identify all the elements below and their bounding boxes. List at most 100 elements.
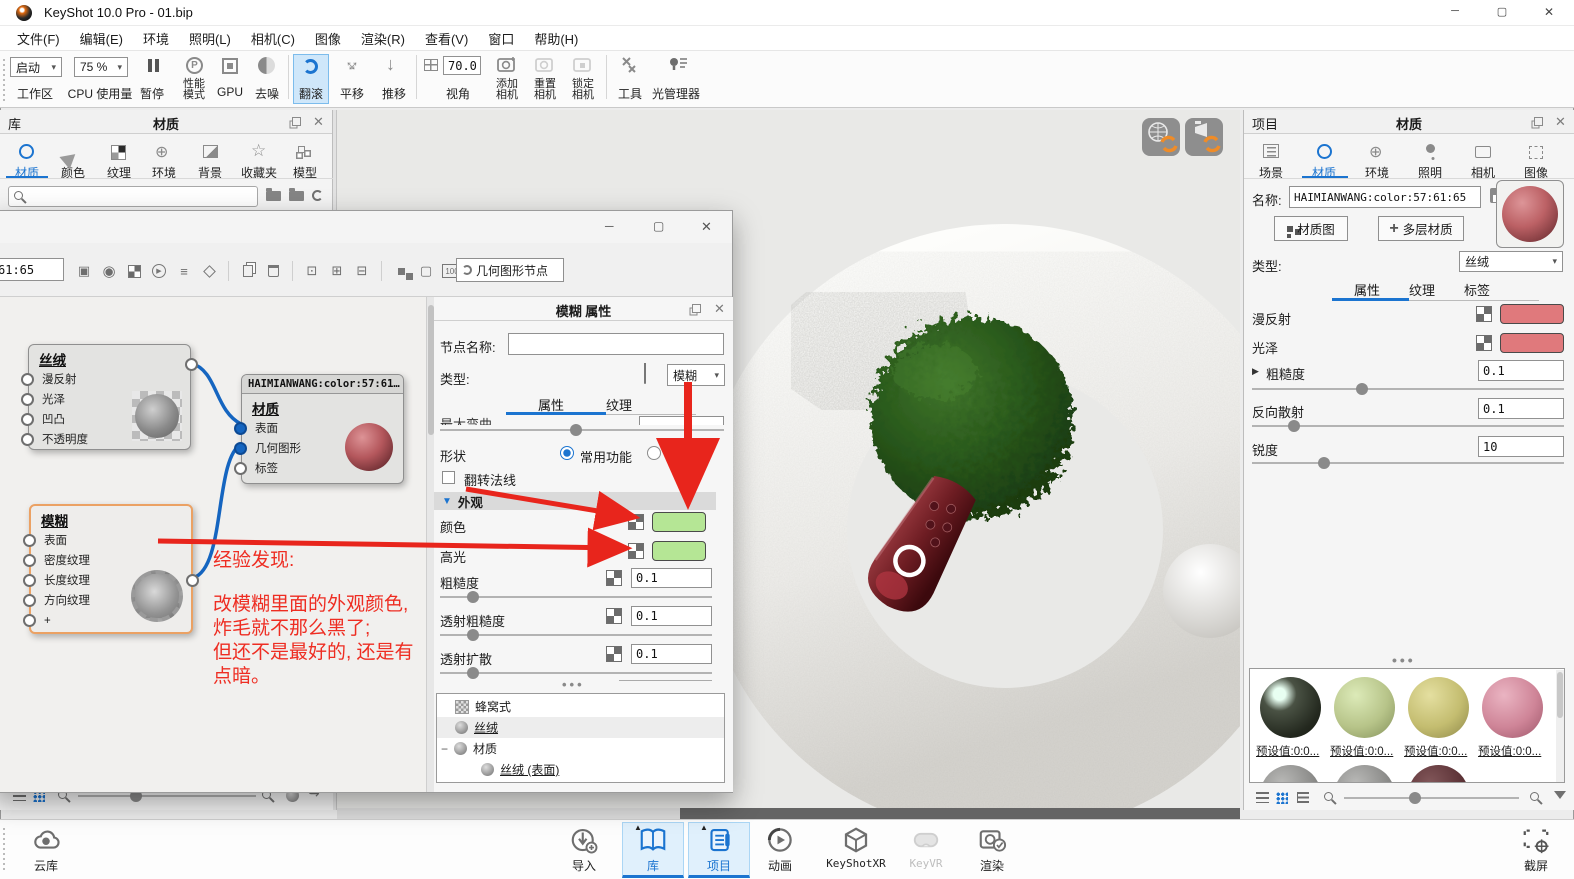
menu-view[interactable]: 查看(V) — [416, 29, 477, 48]
cpu-usage-dropdown[interactable]: 75 %▾ — [74, 57, 128, 77]
shape-radio-common[interactable] — [560, 446, 574, 460]
performance-mode-icon[interactable]: P — [186, 57, 203, 74]
menu-camera[interactable]: 相机(C) — [242, 29, 304, 48]
search-input[interactable] — [29, 188, 249, 202]
menu-window[interactable]: 窗口 — [479, 29, 523, 48]
graph-window-titlebar[interactable]: ─ ▢ ✕ — [0, 211, 732, 243]
input-port[interactable] — [23, 594, 36, 607]
grid-view-icon[interactable] — [1276, 792, 1288, 804]
tree-view-icon[interactable] — [1297, 792, 1309, 803]
dock-keyshotxr[interactable]: KeyShotXR — [818, 826, 894, 870]
dock-import[interactable]: 导入 — [556, 826, 612, 874]
pan-icon[interactable]: ↔↔ — [342, 56, 362, 76]
fov-input[interactable] — [443, 56, 481, 75]
material-name-input[interactable] — [1289, 186, 1481, 208]
dock-render[interactable]: 渲染 — [964, 826, 1020, 874]
node-type-dropdown[interactable]: 模糊▾ — [667, 364, 725, 386]
thumbnail-size-slider[interactable] — [78, 795, 256, 797]
material-ball-icon[interactable]: ◉ — [100, 262, 118, 280]
multi-material-button[interactable]: + 多层材质 — [1378, 216, 1464, 241]
specular-texture-button[interactable] — [628, 543, 644, 559]
menu-render[interactable]: 渲染(R) — [352, 29, 414, 48]
splitter-dots[interactable]: ••• — [562, 677, 585, 692]
input-port[interactable] — [21, 393, 34, 406]
preset-sphere[interactable] — [1334, 677, 1395, 738]
tree-item-velvet-surface[interactable]: 丝绒 (表面) — [437, 759, 724, 780]
minimize-button[interactable]: ─ — [1440, 5, 1470, 17]
roughness-slider[interactable] — [1252, 388, 1564, 390]
tree-item-velvet[interactable]: 丝绒 — [437, 717, 724, 738]
zoom-out-icon[interactable] — [1324, 792, 1333, 801]
diffuse-texture-button[interactable] — [1476, 306, 1492, 322]
material-graph-button[interactable]: 材质图 — [1274, 216, 1348, 241]
preset-label[interactable]: 预设值:0:0... — [1404, 743, 1467, 759]
texture-checker-icon[interactable] — [125, 262, 143, 280]
close-panel-icon[interactable]: ✕ — [714, 301, 725, 317]
trans-roughness-slider[interactable] — [440, 634, 712, 636]
graph-scrollbar[interactable] — [426, 297, 434, 792]
denoise-icon[interactable] — [258, 57, 275, 74]
preset-sphere[interactable] — [1408, 765, 1469, 783]
preset-sphere[interactable] — [1260, 677, 1321, 738]
workspace-dropdown[interactable]: 启动▾ — [10, 57, 62, 77]
trans-spread-texture-button[interactable] — [606, 646, 622, 662]
tools-icon[interactable] — [620, 55, 640, 75]
preset-sphere[interactable] — [1260, 765, 1321, 783]
gloss-texture-button[interactable] — [1476, 335, 1492, 351]
sharpness-slider[interactable] — [1252, 462, 1564, 464]
sharpness-input[interactable] — [1478, 436, 1564, 457]
dock-project[interactable]: 项目 — [691, 826, 747, 874]
graph-material-name-input[interactable] — [0, 258, 64, 281]
label-tag-icon[interactable] — [200, 262, 218, 280]
tree-item-honeycomb[interactable]: 蜂窝式 — [437, 696, 724, 717]
color-texture-button[interactable] — [628, 514, 644, 530]
backscatter-slider[interactable] — [1252, 425, 1564, 427]
refresh-library-icon[interactable] — [312, 190, 323, 201]
presets-scrollbar[interactable] — [1556, 670, 1564, 782]
tree-item-material[interactable]: −材质 — [437, 738, 724, 759]
fuzz-specular-swatch[interactable] — [652, 541, 706, 561]
tab-textures[interactable]: 纹理 — [606, 395, 632, 414]
clipped-row-slider[interactable] — [440, 429, 724, 431]
preset-label[interactable]: 预设值:0:0... — [1330, 743, 1393, 759]
preset-sphere[interactable] — [1482, 677, 1543, 738]
fuzz-roughness-input[interactable] — [631, 568, 712, 588]
zoom-in-icon[interactable] — [1530, 792, 1539, 801]
preset-sphere[interactable] — [1334, 765, 1395, 783]
duplicate-node-icon[interactable] — [239, 262, 257, 280]
add-folder-icon[interactable] — [266, 191, 281, 201]
fuzz-roughness-slider[interactable] — [440, 596, 712, 598]
backscatter-input[interactable] — [1478, 398, 1564, 419]
material-preview[interactable] — [1496, 180, 1564, 248]
trans-spread-slider[interactable] — [440, 672, 712, 674]
flip-normals-checkbox[interactable] — [442, 471, 455, 484]
delete-node-icon[interactable] — [264, 262, 282, 280]
node-name-input[interactable] — [508, 333, 724, 355]
animation-icon[interactable]: ▶ — [150, 262, 168, 280]
input-port[interactable] — [21, 433, 34, 446]
dock-screenshot[interactable]: 截屏 — [1506, 826, 1566, 874]
input-port-connected[interactable] — [234, 442, 247, 455]
float-panel-icon[interactable] — [292, 117, 301, 126]
subtab-properties[interactable]: 属性 — [1354, 280, 1380, 299]
trans-roughness-texture-button[interactable] — [606, 608, 622, 624]
lock-camera-icon[interactable] — [572, 55, 594, 73]
close-panel-icon[interactable]: ✕ — [313, 114, 324, 130]
subtab-labels[interactable]: 标签 — [1464, 280, 1490, 299]
graph-minimize-button[interactable]: ─ — [605, 219, 614, 233]
collapse-icon[interactable]: − — [441, 742, 448, 756]
float-panel-icon[interactable] — [692, 304, 701, 313]
dock-animation[interactable]: 动画 — [752, 826, 808, 874]
reset-camera-icon[interactable] — [534, 55, 556, 73]
splitter-dots[interactable]: ••• — [1392, 652, 1416, 668]
expand-arrow-icon[interactable]: ▶ — [1252, 366, 1259, 377]
dock-drag-handle[interactable] — [3, 828, 5, 872]
thumbnail-size-slider[interactable] — [1344, 797, 1519, 799]
filter-icon[interactable] — [1554, 791, 1566, 805]
trans-roughness-input[interactable] — [631, 606, 712, 626]
adjust-sliders-icon[interactable]: ≡ — [175, 262, 193, 280]
close-button[interactable]: ✕ — [1534, 5, 1564, 19]
fuzz-color-swatch[interactable] — [652, 512, 706, 532]
library-search-box[interactable] — [8, 186, 258, 207]
link-nodes-icon[interactable] — [392, 262, 410, 280]
